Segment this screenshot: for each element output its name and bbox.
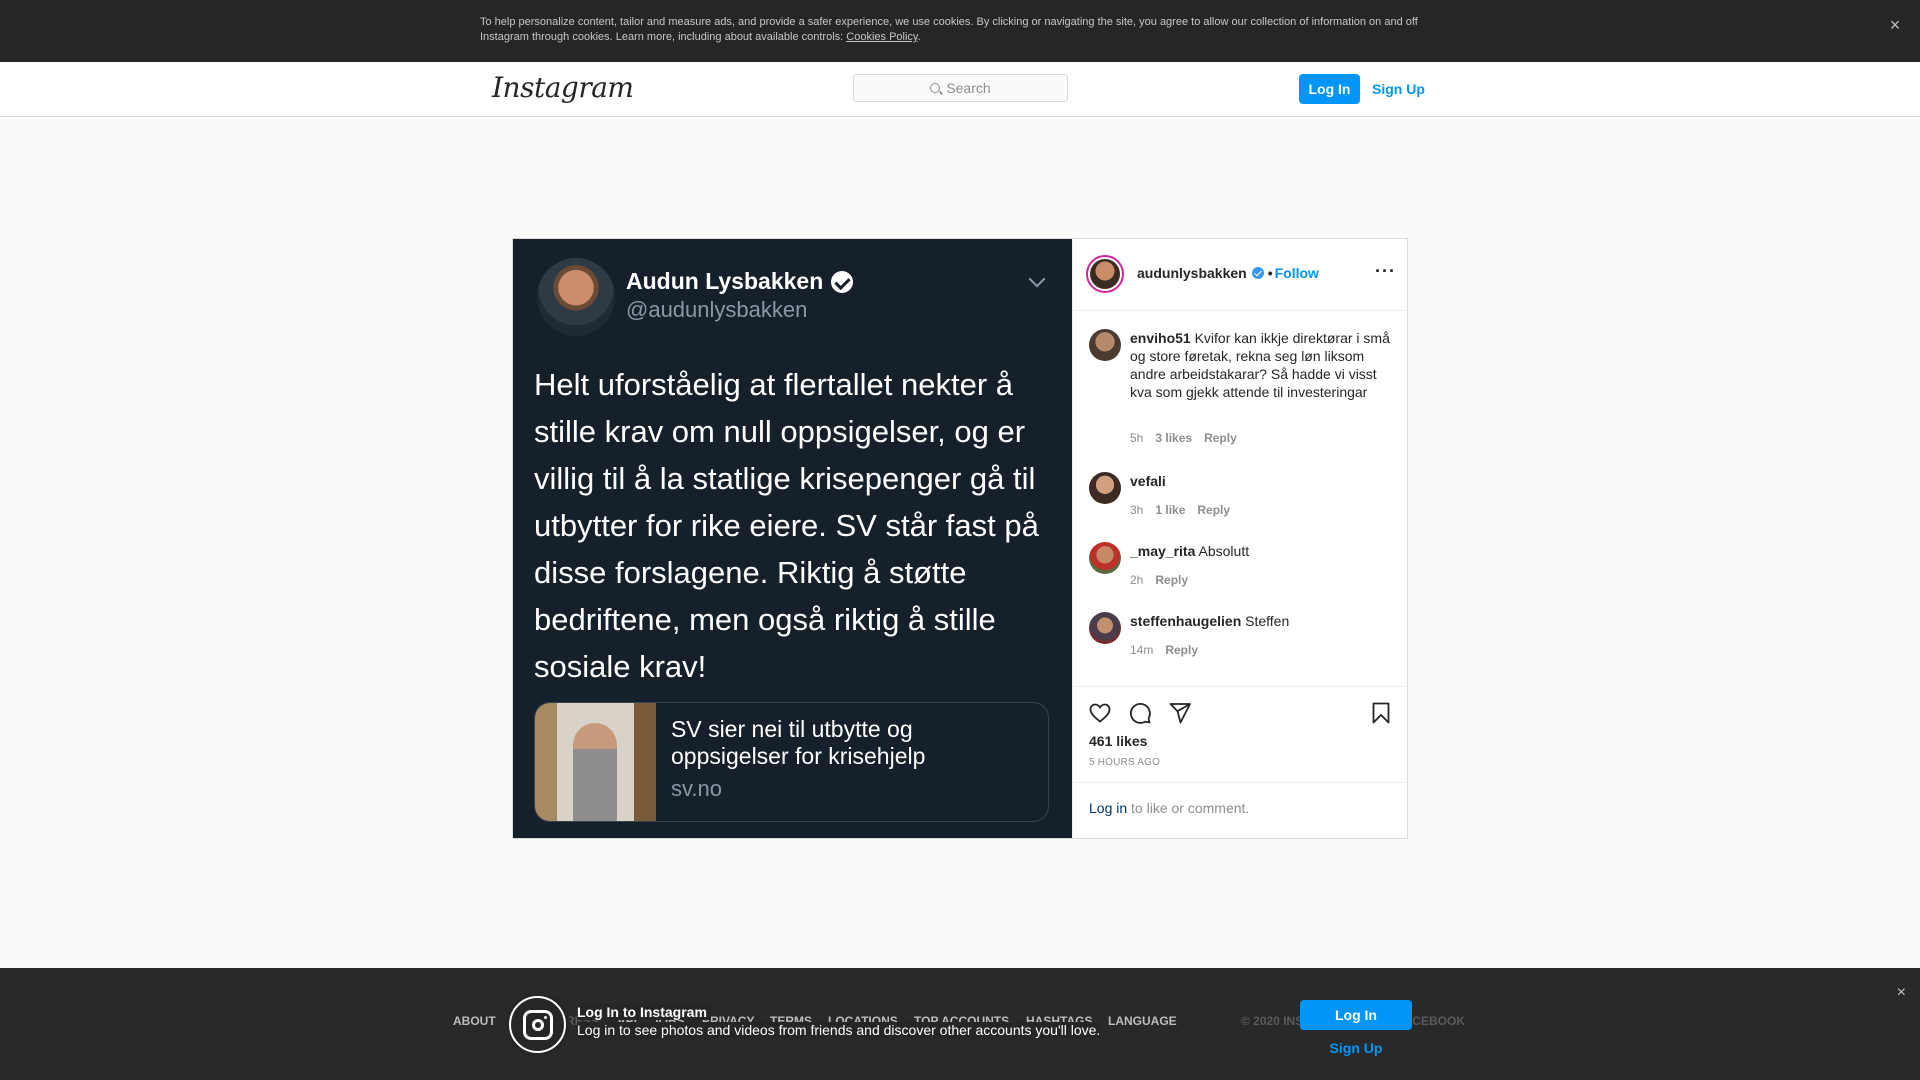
footer: ABOUT PRESS API JOBS PRIVACY TERMS LOCAT… [0, 1014, 1920, 1034]
post-timestamp: 5 HOURS AGO [1089, 757, 1161, 768]
comment-time: 14m [1130, 643, 1154, 657]
comment-likes[interactable]: 1 like [1155, 503, 1185, 517]
username-link[interactable]: audunlysbakken [1137, 265, 1247, 281]
footer-link-about[interactable]: ABOUT [453, 1014, 496, 1028]
comment-body: vefali [1130, 472, 1394, 490]
tweet-author-name: Audun Lysbakken [626, 268, 824, 294]
tweet-link-card: SV sier nei til utbytte og oppsigelser f… [534, 702, 1049, 822]
follow-button[interactable]: Follow [1275, 265, 1319, 281]
footer-link-jobs[interactable]: JOBS [652, 1014, 685, 1028]
footer-link-locations[interactable]: LOCATIONS [828, 1014, 898, 1028]
tweet-handle: @audunlysbakken [626, 297, 808, 322]
comment-text: Absolutt [1198, 543, 1250, 559]
post-header: audunlysbakken • Follow ··· [1073, 239, 1408, 311]
footer-link-top-accounts[interactable]: TOP ACCOUNTS [914, 1014, 1009, 1028]
comment-icon[interactable] [1128, 701, 1152, 725]
reply-button[interactable]: Reply [1204, 431, 1237, 445]
comment-time: 5h [1130, 431, 1144, 445]
tweet-author: Audun Lysbakken [626, 268, 854, 295]
login-link[interactable]: Log in [1089, 800, 1127, 816]
comment-likes[interactable]: 3 likes [1155, 431, 1192, 445]
bottom-bar-close-button[interactable]: × [1897, 984, 1906, 1002]
post: Audun Lysbakken @audunlysbakken Helt ufo… [512, 238, 1408, 839]
footer-link-language[interactable]: LANGUAGE [1108, 1014, 1177, 1028]
tweet-card-image [535, 703, 656, 821]
separator-dot: • [1267, 265, 1273, 281]
likes-count[interactable]: 461 likes [1089, 733, 1147, 749]
cookie-close-button[interactable]: × [1884, 14, 1906, 36]
login-prompt-text: to like or comment. [1127, 800, 1250, 816]
footer-link-press[interactable]: PRESS [558, 1014, 599, 1028]
comment-meta: 5h 3 likes Reply [1130, 431, 1237, 445]
bottom-signup-link[interactable]: Sign Up [1300, 1040, 1412, 1056]
footer-link-api[interactable]: API [617, 1014, 637, 1028]
login-prompt: Log in to like or comment. [1089, 800, 1249, 816]
instagram-logo[interactable]: Instagram [492, 71, 634, 104]
tweet-text: Helt uforståelig at flertallet nekter å … [534, 367, 1039, 684]
comment-time: 2h [1130, 573, 1144, 587]
search-input[interactable]: Search [853, 74, 1068, 102]
share-icon[interactable] [1168, 701, 1192, 725]
post-actions: 461 likes 5 HOURS AGO [1073, 687, 1408, 783]
tweet-card-person [573, 723, 617, 821]
footer-link-terms[interactable]: TERMS [770, 1014, 812, 1028]
comment-body: steffenhaugelien Steffen [1130, 612, 1394, 630]
comment-username[interactable]: vefali [1130, 473, 1166, 489]
login-button[interactable]: Log In [1299, 74, 1360, 104]
comment-meta: 14m Reply [1130, 643, 1198, 657]
comment-text: Steffen [1245, 613, 1290, 629]
footer-link-privacy[interactable]: PRIVACY [702, 1014, 754, 1028]
comment-username[interactable]: _may_rita [1130, 543, 1195, 559]
bottom-login-button-front[interactable]: Log In [1300, 1000, 1412, 1030]
comment-body: enviho51 Kvifor kan ikkje direktørar i s… [1130, 329, 1394, 401]
tweet-avatar [537, 258, 615, 336]
comment-body: _may_rita Absolutt [1130, 542, 1394, 560]
comment-username[interactable]: enviho51 [1130, 330, 1191, 346]
reply-button[interactable]: Reply [1155, 573, 1188, 587]
avatar[interactable] [1089, 612, 1121, 644]
comment-meta: 3h 1 like Reply [1130, 503, 1230, 517]
heart-icon[interactable] [1088, 701, 1112, 725]
avatar[interactable] [1089, 542, 1121, 574]
reply-button[interactable]: Reply [1165, 643, 1198, 657]
avatar-image [1090, 259, 1120, 289]
avatar[interactable] [1089, 329, 1121, 361]
cookie-text: To help personalize content, tailor and … [480, 15, 1420, 45]
comment-username[interactable]: steffenhaugelien [1130, 613, 1241, 629]
comments-list: enviho51 Kvifor kan ikkje direktørar i s… [1073, 311, 1408, 687]
bookmark-icon[interactable] [1369, 701, 1393, 725]
avatar[interactable] [1089, 472, 1121, 504]
comment-meta: 2h Reply [1130, 573, 1188, 587]
more-options-icon[interactable]: ··· [1375, 261, 1396, 282]
tweet-card-domain: sv.no [671, 776, 722, 801]
post-author: audunlysbakken • Follow [1137, 265, 1319, 281]
chevron-down-icon [1028, 270, 1046, 288]
cookie-period: . [917, 31, 921, 43]
verified-icon [831, 270, 854, 293]
cookie-message: To help personalize content, tailor and … [480, 16, 1418, 43]
footer-link-hashtags[interactable]: HASHTAGS [1026, 1014, 1092, 1028]
cookies-policy-link[interactable]: Cookies Policy [846, 31, 917, 43]
top-nav: Instagram Search Log In Sign Up [0, 62, 1920, 117]
comment-time: 3h [1130, 503, 1144, 517]
verified-badge-icon [1251, 267, 1264, 279]
signup-link[interactable]: Sign Up [1372, 74, 1425, 104]
avatar[interactable] [1086, 255, 1124, 293]
post-sidebar: audunlysbakken • Follow ··· enviho51 Kvifo… [1072, 239, 1408, 838]
search-icon [930, 83, 941, 93]
post-image[interactable]: Audun Lysbakken @audunlysbakken Helt ufo… [513, 239, 1072, 838]
search-placeholder: Search [946, 80, 991, 96]
cookie-banner: To help personalize content, tailor and … [0, 0, 1920, 62]
tweet-card-title: SV sier nei til utbytte og oppsigelser f… [671, 716, 926, 769]
reply-button[interactable]: Reply [1197, 503, 1230, 517]
